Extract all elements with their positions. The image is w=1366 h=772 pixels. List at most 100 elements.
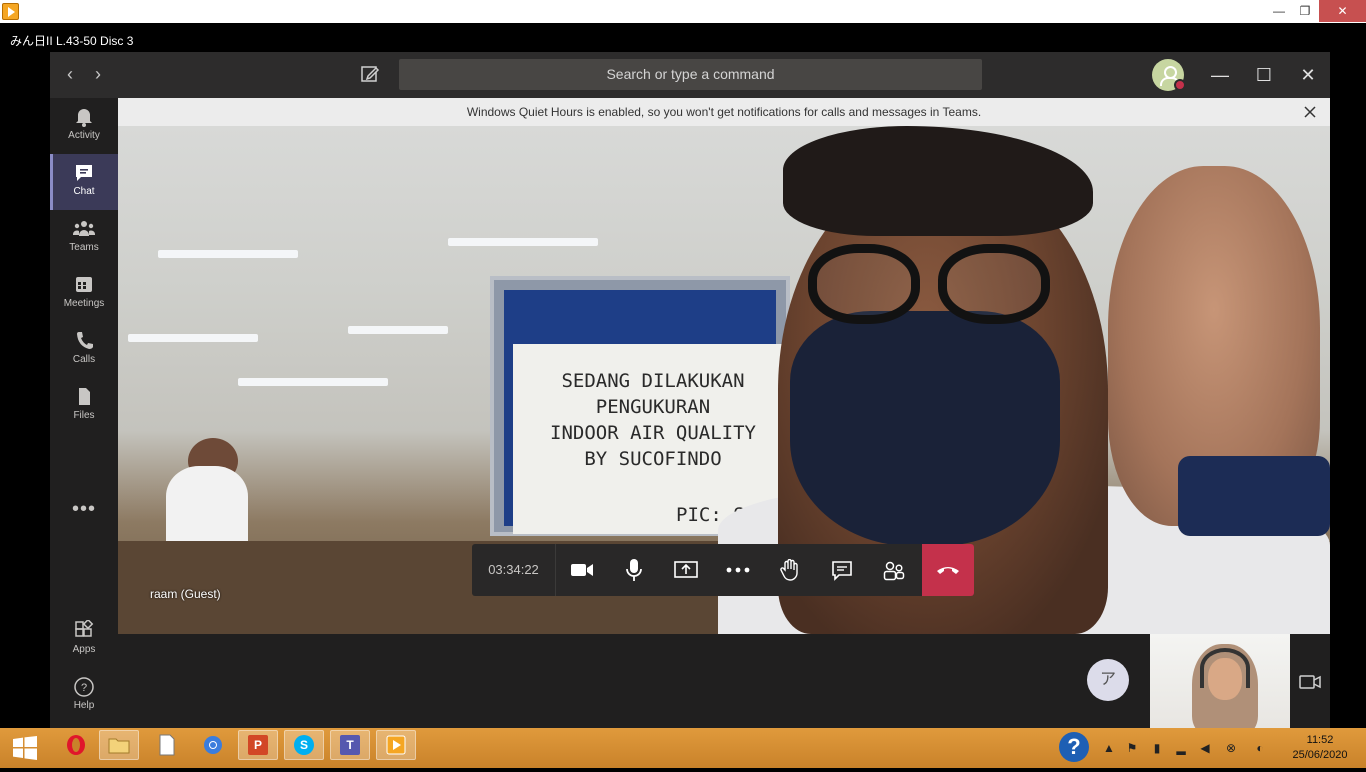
ime-tray-icon[interactable]: ◐ <box>1253 741 1267 755</box>
rail-item-label: Activity <box>68 130 100 141</box>
show-hidden-icons-chevron-icon[interactable]: ▲ <box>1102 741 1116 755</box>
start-button[interactable] <box>2 730 48 766</box>
teams-window: ‹ › Search or type a command — ☐ ✕ Activ… <box>50 52 1330 766</box>
call-controls-bar: 03:34:22 <box>472 544 974 596</box>
rail-item-help[interactable]: ? Help <box>50 668 118 724</box>
tray-help-icon[interactable]: ? <box>1059 732 1089 762</box>
chat-icon <box>76 165 92 181</box>
participants-button[interactable] <box>868 544 920 596</box>
ime-mode-badge[interactable]: ア <box>1087 659 1129 701</box>
rail-item-label: Teams <box>69 242 99 253</box>
security-alert-icon[interactable]: ⊗ <box>1224 741 1238 755</box>
teams-minimize-button[interactable]: — <box>1207 62 1233 88</box>
microphone-button[interactable] <box>608 544 660 596</box>
quiet-hours-banner: Windows Quiet Hours is enabled, so you w… <box>118 98 1330 126</box>
more-icon <box>726 567 750 573</box>
app-rail: Activity Chat Teams Meetings Calls Files… <box>50 98 118 766</box>
more-actions-button[interactable] <box>712 544 764 596</box>
clock-date: 25/06/2020 <box>1292 749 1348 761</box>
share-screen-icon <box>674 561 698 578</box>
compose-icon[interactable] <box>360 64 380 84</box>
conversation-button[interactable] <box>816 544 868 596</box>
rail-item-calls[interactable]: Calls <box>50 322 118 378</box>
teams-app-icon: T <box>340 735 360 755</box>
volume-icon[interactable]: ◀ <box>1198 741 1212 755</box>
taskbar-notepad[interactable] <box>147 730 187 760</box>
rail-item-apps[interactable]: Apps <box>50 612 118 668</box>
switch-camera-icon[interactable] <box>1298 670 1322 694</box>
media-window-title: みん日II L.43-50 Disc 3 <box>0 23 1366 52</box>
rail-item-files[interactable]: Files <box>50 378 118 434</box>
hang-up-icon <box>937 567 959 574</box>
rail-item-activity[interactable]: Activity <box>50 98 118 154</box>
face-mask <box>790 311 1060 546</box>
ceiling-light <box>448 238 598 246</box>
participant-name-label: raam (Guest) <box>150 587 221 601</box>
back-arrow-icon[interactable]: ‹ <box>60 64 80 85</box>
microphone-icon <box>626 559 642 581</box>
rail-item-label: Help <box>73 700 95 711</box>
more-apps-icon[interactable]: ••• <box>50 498 118 521</box>
taskbar-chrome[interactable] <box>193 730 233 760</box>
quiet-hours-text: Windows Quiet Hours is enabled, so you w… <box>466 105 982 119</box>
teams-title-bar: ‹ › Search or type a command — ☐ ✕ <box>50 52 1330 98</box>
power-icon[interactable]: ▮ <box>1150 741 1164 755</box>
close-icon[interactable] <box>1300 102 1320 122</box>
rail-item-chat[interactable]: Chat <box>50 154 118 210</box>
taskbar-powerpoint[interactable]: P <box>238 730 278 760</box>
call-timer: 03:34:22 <box>472 544 556 596</box>
document-icon <box>159 734 175 756</box>
teams-close-button[interactable]: ✕ <box>1295 62 1321 88</box>
glasses-lens <box>938 244 1050 324</box>
chrome-icon <box>204 736 222 754</box>
action-center-flag-icon[interactable]: ⚑ <box>1125 741 1139 755</box>
taskbar-opera[interactable] <box>56 730 96 760</box>
taskbar-media-player[interactable] <box>376 730 416 760</box>
sign-line: INDOOR AIR QUALITY <box>550 422 756 444</box>
powerpoint-icon: P <box>248 735 268 755</box>
taskbar-skype[interactable]: S <box>284 730 324 760</box>
opera-icon <box>67 735 85 755</box>
outer-titlebar: — ❐ ✕ <box>0 0 1366 23</box>
phone-icon <box>77 332 93 349</box>
rail-item-meetings[interactable]: Meetings <box>50 266 118 322</box>
close-button[interactable]: ✕ <box>1319 0 1366 22</box>
taskbar-teams[interactable]: T <box>330 730 370 760</box>
rail-item-teams[interactable]: Teams <box>50 210 118 266</box>
share-screen-button[interactable] <box>660 544 712 596</box>
camera-icon <box>571 564 593 576</box>
participants-icon <box>883 561 905 581</box>
forward-arrow-icon[interactable]: › <box>88 64 108 85</box>
folder-icon <box>108 738 130 754</box>
media-player-app-icon <box>2 3 19 20</box>
wrist-watch <box>1178 456 1330 536</box>
rail-item-label: Files <box>73 410 95 421</box>
restore-button[interactable]: ❐ <box>1290 0 1320 22</box>
teams-maximize-button[interactable]: ☐ <box>1251 62 1277 88</box>
rail-item-label: Chat <box>73 186 95 197</box>
file-icon <box>79 388 90 405</box>
rail-item-label: Meetings <box>63 298 105 309</box>
ceiling-light <box>348 326 448 334</box>
skype-icon: S <box>294 735 314 755</box>
clock-time: 11:52 <box>1306 734 1334 746</box>
raise-hand-button[interactable] <box>764 544 816 596</box>
headset <box>1200 648 1250 688</box>
help-icon: ? <box>74 677 94 697</box>
self-video-preview[interactable] <box>1150 634 1290 728</box>
sign-line: SEDANG DILAKUKAN <box>561 370 745 392</box>
network-signal-icon[interactable]: ▂ <box>1174 741 1188 755</box>
hand-icon <box>780 559 798 581</box>
camera-button[interactable] <box>556 544 608 596</box>
search-input[interactable]: Search or type a command <box>399 59 982 90</box>
taskbar-file-explorer[interactable] <box>99 730 139 760</box>
call-stage: Windows Quiet Hours is enabled, so you w… <box>118 98 1330 634</box>
ceiling-light <box>238 378 388 386</box>
taskbar-clock[interactable]: 11:52 25/06/2020 <box>1282 733 1358 763</box>
apps-icon <box>75 620 94 637</box>
status-badge <box>1174 79 1186 91</box>
bell-icon <box>76 109 92 127</box>
background-person <box>166 466 248 542</box>
hang-up-button[interactable] <box>922 544 974 596</box>
teams-icon <box>73 221 95 236</box>
